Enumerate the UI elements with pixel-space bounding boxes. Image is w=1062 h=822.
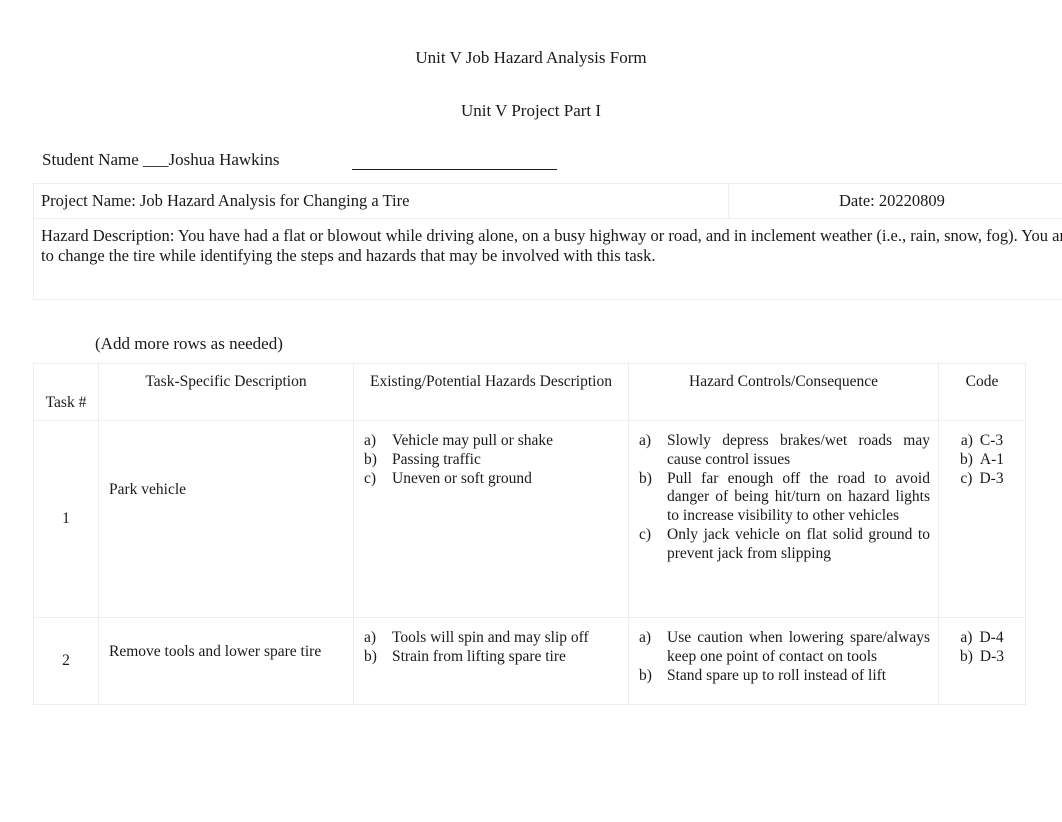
list-item-marker: b) — [959, 647, 973, 665]
list-item-text: Stand spare up to roll instead of lift — [667, 666, 887, 684]
list-item-marker: a) — [364, 629, 377, 646]
list-item: b) A-1 — [939, 451, 1025, 470]
list-item-marker: a) — [960, 629, 973, 646]
cell-hazards[interactable]: a) Tools will spin and may slip off b) Stra… — [353, 617, 629, 705]
list-item: c) Uneven or soft ground — [362, 470, 620, 489]
list-item-marker: b) — [364, 647, 377, 665]
cell-code[interactable]: a) D-4 b) D-3 — [938, 617, 1026, 705]
list-item: a) Slowly depress brakes/wet roads may ca… — [637, 432, 930, 470]
list-item-marker: b) — [959, 450, 973, 468]
list-item-marker: a) — [364, 432, 377, 449]
cell-task-number[interactable]: 1 — [33, 420, 99, 618]
list-item-text: Vehicle may pull or shake — [392, 432, 553, 449]
list-item-marker: b) — [639, 469, 652, 487]
job-hazard-analysis-table: Task # Task-Specific Description Existin… — [33, 363, 1026, 705]
table-header-row: Task # Task-Specific Description Existin… — [33, 363, 1026, 421]
student-name-line: Student Name ___Joshua Hawkins — [42, 150, 557, 170]
header-task-description-label: Task-Specific Description — [145, 373, 307, 390]
cell-task-description[interactable]: Park vehicle — [98, 420, 354, 618]
list-item-marker: c) — [364, 469, 377, 487]
cell-controls[interactable]: a) Slowly depress brakes/wet roads may ca… — [628, 420, 939, 618]
student-name-blank[interactable] — [351, 154, 557, 170]
header-controls: Hazard Controls/Consequence — [628, 363, 939, 421]
codes-list: a) C-3 b) A-1 c) D-3 — [939, 421, 1025, 488]
codes-list: a) D-4 b) D-3 — [939, 618, 1025, 667]
list-item-marker: a) — [639, 629, 652, 646]
table-row: 2 Remove tools and lower spare tire a) To… — [33, 617, 1026, 705]
cell-controls[interactable]: a) Use caution when lowering spare/always… — [628, 617, 939, 705]
list-item: a) Tools will spin and may slip off — [362, 629, 620, 648]
hazard-description-cell[interactable]: Hazard Description: You have had a flat … — [33, 218, 1062, 301]
header-hazards-label: Existing/Potential Hazards Description — [370, 373, 612, 390]
list-item: c) D-3 — [939, 470, 1025, 489]
list-item-marker: b) — [364, 450, 377, 468]
list-item: a) Vehicle may pull or shake — [362, 432, 620, 451]
list-item-text: A-1 — [979, 450, 1005, 468]
list-item-text: Strain from lifting spare tire — [392, 647, 566, 665]
list-item-text: Only jack vehicle on flat solid ground t… — [667, 526, 930, 562]
list-item-text: C-3 — [979, 432, 1004, 449]
header-task-number: Task # — [33, 363, 99, 421]
document-page: Unit V Job Hazard Analysis Form Unit V P… — [0, 0, 1062, 822]
cell-task-number[interactable]: 2 — [33, 617, 99, 705]
list-item-marker: c) — [639, 526, 652, 544]
header-code-label: Code — [965, 373, 999, 390]
table-row: Hazard Description: You have had a flat … — [33, 218, 1062, 301]
list-item-marker: c) — [960, 469, 973, 487]
list-item-text: Pull far enough off the road to avoid da… — [667, 469, 930, 525]
list-item-marker: b) — [639, 666, 652, 684]
list-item: c) Only jack vehicle on flat solid ground… — [637, 526, 930, 564]
header-controls-label: Hazard Controls/Consequence — [689, 373, 878, 390]
header-task-description: Task-Specific Description — [98, 363, 354, 421]
project-name-cell[interactable]: Project Name: Job Hazard Analysis for Ch… — [33, 182, 729, 220]
list-item: b) Passing traffic — [362, 451, 620, 470]
list-item-marker: a) — [960, 432, 973, 449]
task-number-value: 1 — [62, 509, 70, 527]
list-item-marker: a) — [639, 432, 652, 449]
page-subtitle: Unit V Project Part I — [460, 101, 602, 120]
task-description-value: Park vehicle — [109, 481, 187, 498]
controls-list: a) Use caution when lowering spare/always… — [629, 618, 938, 685]
project-info-table: Project Name: Job Hazard Analysis for Ch… — [33, 182, 1062, 301]
table-body: 1 Park vehicle a) Vehicle may pull or sha… — [33, 420, 1026, 705]
list-item-text: D-3 — [979, 469, 1004, 487]
student-name-label: Student Name ___Joshua Hawkins — [42, 150, 280, 169]
date-cell[interactable]: Date: 20220809 — [728, 182, 1062, 220]
cell-hazards[interactable]: a) Vehicle may pull or shake b) Passing tra… — [353, 420, 629, 618]
list-item: a) C-3 — [939, 432, 1025, 451]
add-rows-note: (Add more rows as needed) — [95, 334, 283, 353]
header-task-number-label: Task # — [45, 394, 87, 412]
cell-task-description[interactable]: Remove tools and lower spare tire — [98, 617, 354, 705]
list-item-text: D-3 — [979, 647, 1005, 665]
list-item: b) Pull far enough off the road to avoid … — [637, 470, 930, 526]
list-item: a) D-4 — [939, 629, 1025, 648]
list-item-text: Slowly depress brakes/wet roads may caus… — [667, 432, 930, 468]
list-item: a) Use caution when lowering spare/always… — [637, 629, 930, 667]
list-item: b) D-3 — [939, 648, 1025, 667]
cell-code[interactable]: a) C-3 b) A-1 c) D-3 — [938, 420, 1026, 618]
header-hazards: Existing/Potential Hazards Description — [353, 363, 629, 421]
task-description-value: Remove tools and lower spare tire — [109, 643, 322, 660]
list-item-text: Passing traffic — [392, 450, 481, 468]
hazards-list: a) Tools will spin and may slip off b) Stra… — [354, 618, 628, 667]
hazards-list: a) Vehicle may pull or shake b) Passing tra… — [354, 421, 628, 488]
list-item-text: Use caution when lowering spare/always k… — [667, 629, 930, 665]
table-row: Project Name: Job Hazard Analysis for Ch… — [33, 182, 1062, 220]
list-item-text: Uneven or soft ground — [392, 469, 532, 487]
list-item-text: Tools will spin and may slip off — [392, 629, 589, 646]
task-number-value: 2 — [62, 651, 70, 669]
list-item: b) Stand spare up to roll instead of lift — [637, 667, 930, 686]
table-row: 1 Park vehicle a) Vehicle may pull or sha… — [33, 420, 1026, 618]
page-title: Unit V Job Hazard Analysis Form — [415, 48, 647, 67]
header-code: Code — [938, 363, 1026, 421]
list-item-text: D-4 — [979, 629, 1004, 646]
controls-list: a) Slowly depress brakes/wet roads may ca… — [629, 421, 938, 564]
list-item: b) Strain from lifting spare tire — [362, 648, 620, 667]
